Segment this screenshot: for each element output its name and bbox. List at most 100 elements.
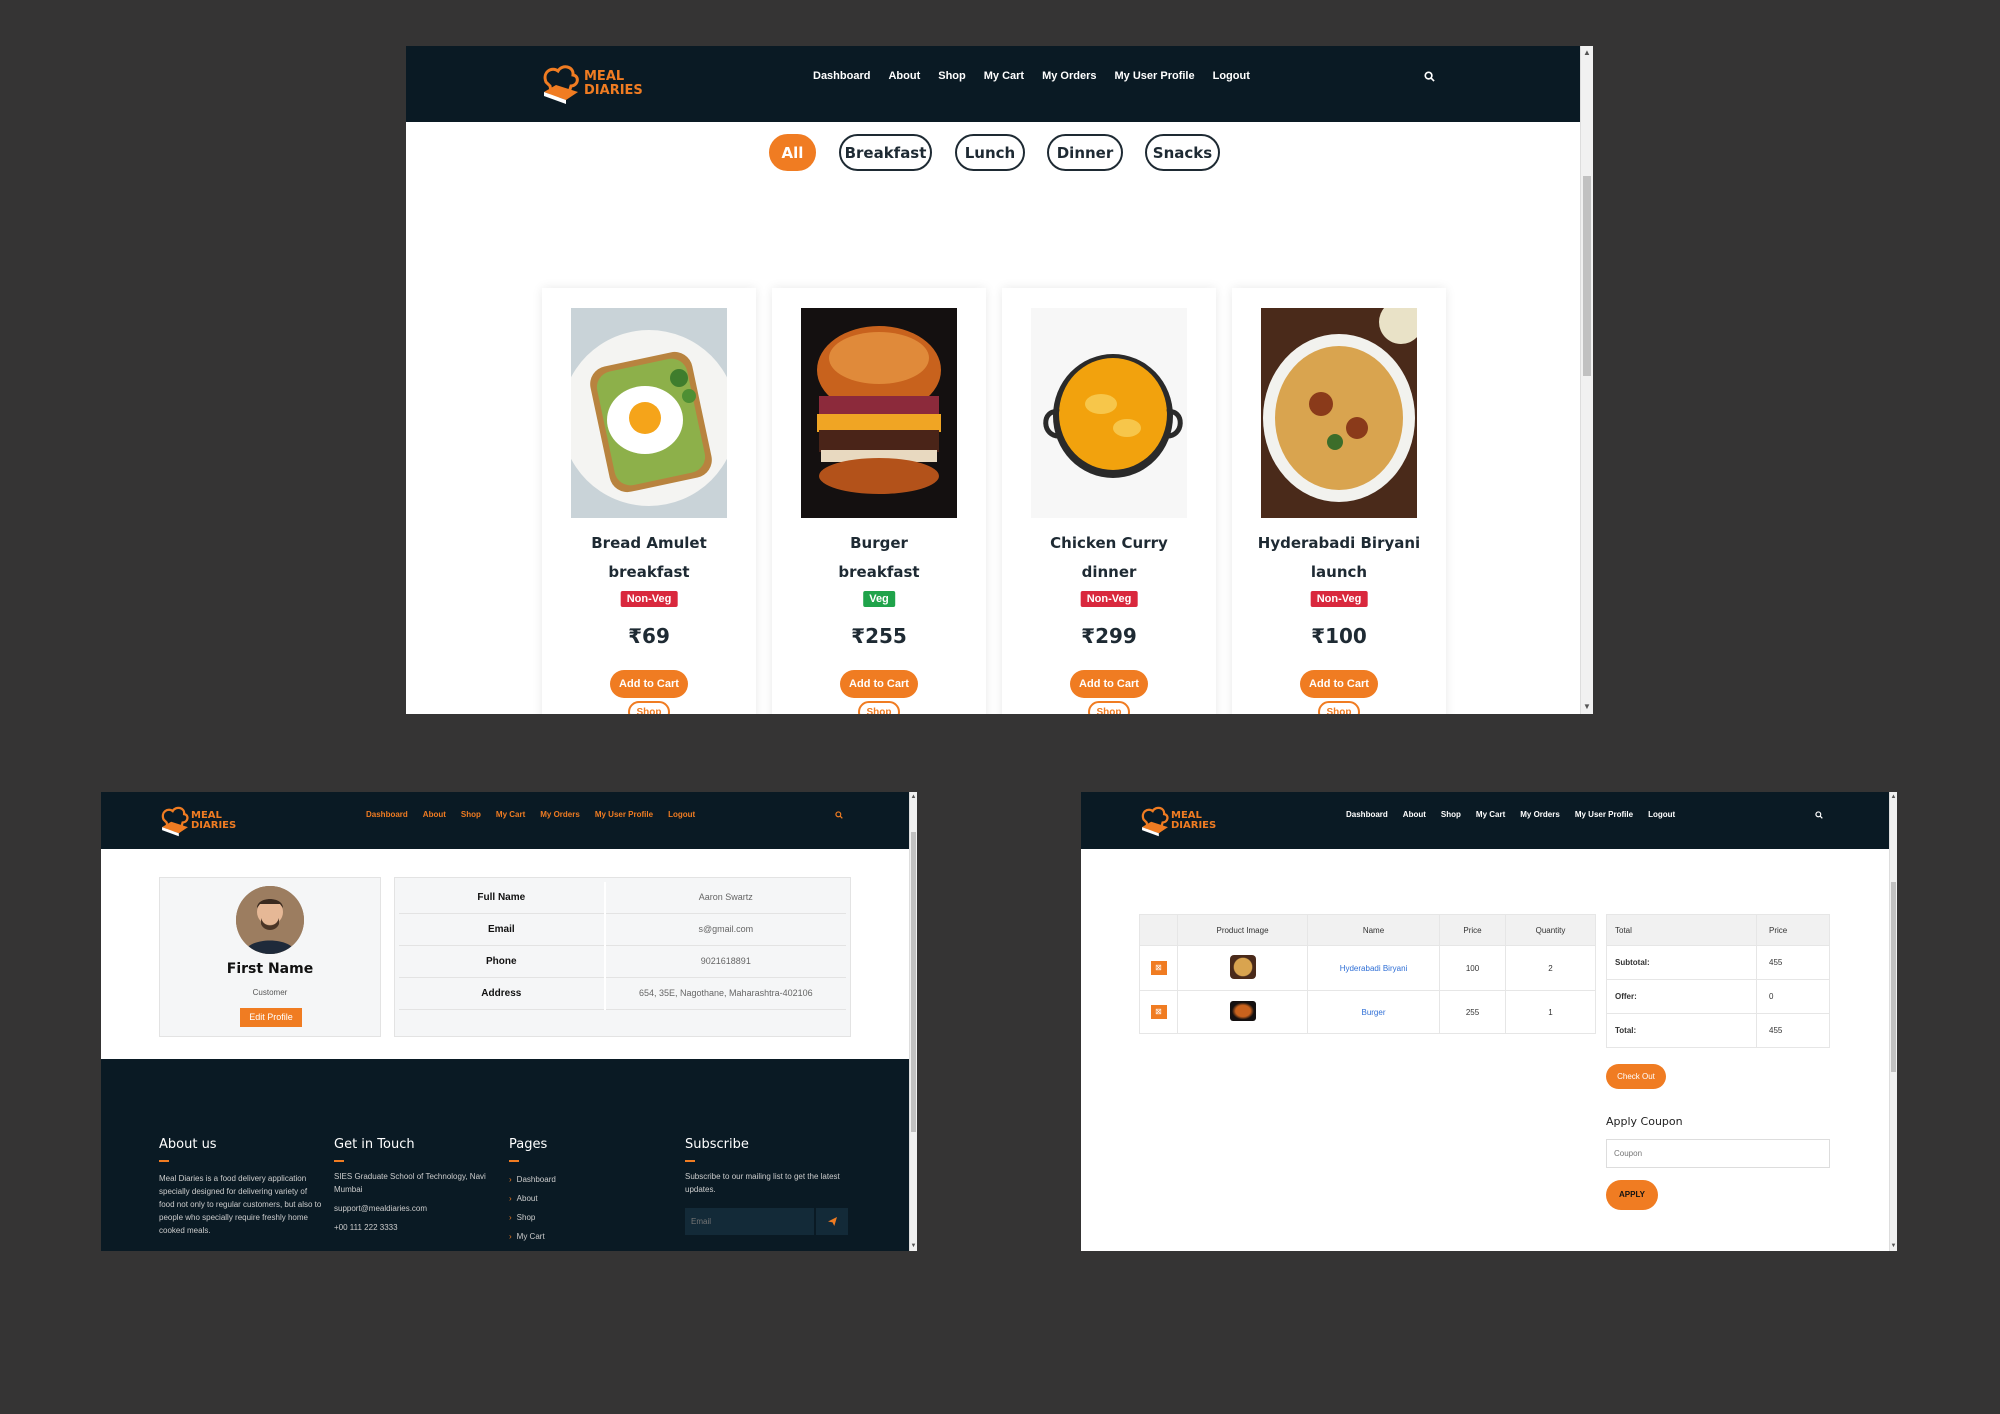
filter-dinner[interactable]: Dinner xyxy=(1047,134,1123,171)
footer-about-title: About us xyxy=(159,1137,217,1152)
brand-logo[interactable]: MEAL DIARIES xyxy=(1139,804,1216,838)
brand-logo[interactable]: MEAL DIARIES xyxy=(159,804,236,838)
cart-item-image[interactable] xyxy=(1229,1001,1256,1021)
footer-subscribe-text: Subscribe to our mailing list to get the… xyxy=(685,1172,840,1194)
totals-value: 455 xyxy=(1756,945,1830,980)
shop-button[interactable]: Shop xyxy=(858,701,900,714)
footer: About us Meal Diaries is a food delivery… xyxy=(101,1059,909,1251)
cart-window: MEAL DIARIES Dashboard About Shop My Car… xyxy=(1081,792,1897,1251)
scrollbar[interactable]: ▲ ▼ xyxy=(1889,792,1897,1251)
remove-item-icon[interactable]: ⊠ xyxy=(1150,1005,1167,1019)
coupon-input[interactable] xyxy=(1606,1139,1830,1168)
product-image[interactable] xyxy=(1261,308,1417,518)
product-price: ₹69 xyxy=(628,624,670,648)
nav-shop[interactable]: Shop xyxy=(938,70,966,82)
subscribe-email-input[interactable] xyxy=(685,1208,814,1235)
detail-value: 9021618891 xyxy=(700,956,751,966)
totals-value: 455 xyxy=(1756,1013,1830,1048)
cart-item-name[interactable]: Burger xyxy=(1307,990,1440,1034)
footer-link[interactable]: › About xyxy=(509,1189,659,1208)
nav-about[interactable]: About xyxy=(423,810,446,819)
add-to-cart-button[interactable]: Add to Cart xyxy=(610,670,688,698)
scroll-up-icon[interactable]: ▲ xyxy=(1890,792,1897,802)
shop-button[interactable]: Shop xyxy=(1318,701,1360,714)
product-image[interactable] xyxy=(571,308,727,518)
nav-logout[interactable]: Logout xyxy=(1213,70,1250,82)
nav-my-cart[interactable]: My Cart xyxy=(496,810,525,819)
nav-shop[interactable]: Shop xyxy=(461,810,481,819)
footer-email[interactable]: support@mealdiaries.com xyxy=(334,1202,494,1215)
scrollbar[interactable]: ▲ ▼ xyxy=(1580,46,1593,714)
cart-header: Price xyxy=(1439,914,1506,946)
scroll-down-icon[interactable]: ▼ xyxy=(910,1241,917,1251)
footer-link[interactable]: › Shop xyxy=(509,1208,659,1227)
nav-my-cart[interactable]: My Cart xyxy=(984,70,1024,82)
cart-item-name[interactable]: Hyderabadi Biryani xyxy=(1307,945,1440,991)
shop-button[interactable]: Shop xyxy=(628,701,670,714)
scrollbar[interactable]: ▲ ▼ xyxy=(909,792,917,1251)
nav-dashboard[interactable]: Dashboard xyxy=(813,70,870,82)
totals-header: Total xyxy=(1606,914,1757,946)
scroll-up-icon[interactable]: ▲ xyxy=(910,792,917,802)
filter-snacks[interactable]: Snacks xyxy=(1145,134,1220,171)
add-to-cart-button[interactable]: Add to Cart xyxy=(1070,670,1148,698)
footer-link[interactable]: › Dashboard xyxy=(509,1170,659,1189)
cart-item-qty[interactable]: 2 xyxy=(1505,945,1596,991)
scroll-thumb[interactable] xyxy=(1891,882,1896,1072)
brand-line2: DIARIES xyxy=(584,83,643,98)
nav-about[interactable]: About xyxy=(1403,810,1426,819)
scroll-thumb[interactable] xyxy=(911,832,916,1132)
nav-my-user-profile[interactable]: My User Profile xyxy=(595,810,653,819)
product-image[interactable] xyxy=(1031,308,1187,518)
checkout-button[interactable]: Check Out xyxy=(1606,1064,1666,1089)
nav-my-orders[interactable]: My Orders xyxy=(1042,70,1096,82)
scroll-down-icon[interactable]: ▼ xyxy=(1890,1241,1897,1251)
send-button[interactable] xyxy=(814,1208,848,1235)
edit-profile-button[interactable]: Edit Profile xyxy=(240,1008,302,1027)
product-card: Chicken Curry dinner Non-Veg ₹299 Add to… xyxy=(1002,288,1216,714)
remove-item-icon[interactable]: ⊠ xyxy=(1150,961,1167,975)
nav-logout[interactable]: Logout xyxy=(1648,810,1675,819)
scroll-thumb[interactable] xyxy=(1583,176,1591,376)
add-to-cart-button[interactable]: Add to Cart xyxy=(1300,670,1378,698)
nav-dashboard[interactable]: Dashboard xyxy=(366,810,408,819)
add-to-cart-button[interactable]: Add to Cart xyxy=(840,670,918,698)
nav-my-orders[interactable]: My Orders xyxy=(540,810,580,819)
nav-my-user-profile[interactable]: My User Profile xyxy=(1575,810,1633,819)
search-icon[interactable] xyxy=(1815,811,1823,819)
apply-button[interactable]: APPLY xyxy=(1606,1180,1658,1210)
totals-label: Subtotal: xyxy=(1606,945,1757,980)
cart-item-image[interactable] xyxy=(1229,955,1256,979)
nav-dashboard[interactable]: Dashboard xyxy=(1346,810,1388,819)
search-icon[interactable] xyxy=(1424,71,1435,82)
totals-row: Offer: 0 xyxy=(1606,979,1830,1014)
search-icon[interactable] xyxy=(835,811,843,819)
filter-all[interactable]: All xyxy=(769,134,816,171)
nav-shop[interactable]: Shop xyxy=(1441,810,1461,819)
cart-table: Product Image Name Price Quantity ⊠ Hyde… xyxy=(1139,914,1596,1034)
detail-row: Address 654, 35E, Nagothane, Maharashtra… xyxy=(399,977,846,1009)
navbar: MEAL DIARIES Dashboard About Shop My Car… xyxy=(101,792,909,849)
footer-link[interactable]: › My Cart xyxy=(509,1227,659,1246)
nav-my-cart[interactable]: My Cart xyxy=(1476,810,1505,819)
footer-phone: +00 111 222 3333 xyxy=(334,1223,398,1232)
shop-button[interactable]: Shop xyxy=(1088,701,1130,714)
filter-lunch[interactable]: Lunch xyxy=(955,134,1025,171)
cart-header: Name xyxy=(1307,914,1440,946)
brand-line2: DIARIES xyxy=(1171,820,1217,831)
nav-logout[interactable]: Logout xyxy=(668,810,695,819)
detail-value: Aaron Swartz xyxy=(698,892,753,903)
nav-about[interactable]: About xyxy=(888,70,920,82)
filter-breakfast[interactable]: Breakfast xyxy=(839,134,932,171)
totals-row: Total: 455 xyxy=(1606,1013,1830,1048)
nav-my-user-profile[interactable]: My User Profile xyxy=(1115,70,1195,82)
brand-logo[interactable]: MEAL DIARIES xyxy=(540,62,643,106)
cart-item-qty[interactable]: 1 xyxy=(1505,990,1596,1034)
nav-my-orders[interactable]: My Orders xyxy=(1520,810,1560,819)
scroll-up-icon[interactable]: ▲ xyxy=(1581,48,1593,58)
detail-row: Full Name Aaron Swartz xyxy=(399,882,846,913)
totals-value: 0 xyxy=(1756,979,1830,1014)
scroll-down-icon[interactable]: ▼ xyxy=(1581,702,1593,712)
product-image[interactable] xyxy=(801,308,957,518)
chef-hat-logo-icon xyxy=(161,806,189,837)
